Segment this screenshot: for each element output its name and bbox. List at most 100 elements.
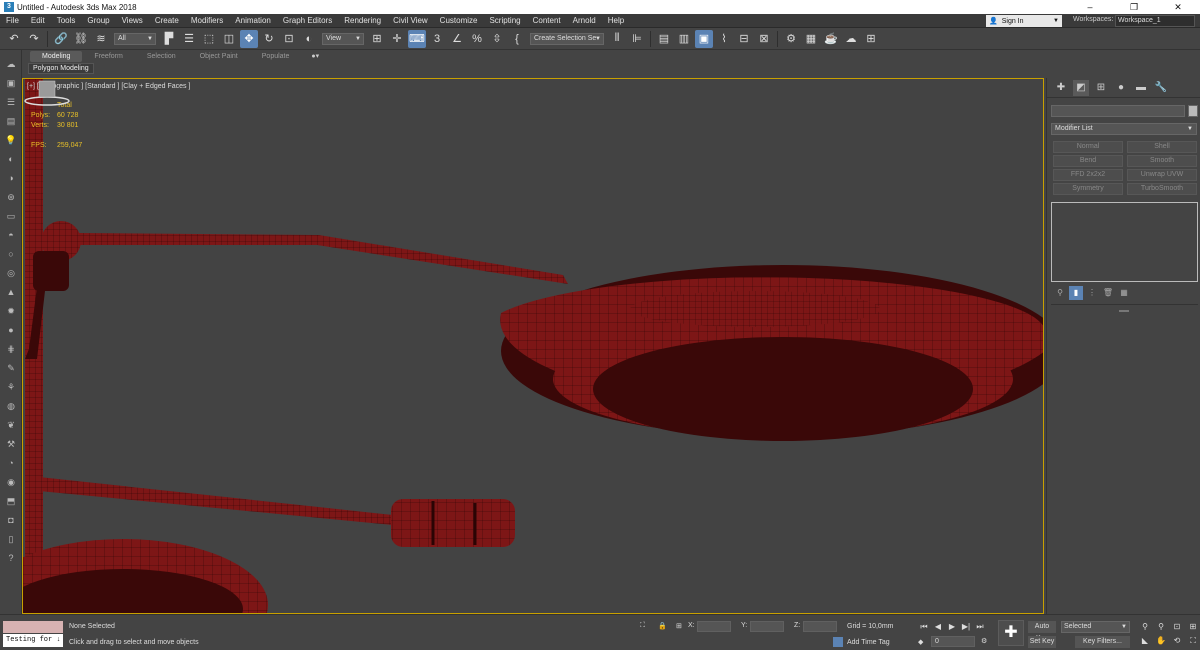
disc-icon[interactable]: ● [3,322,19,338]
menu-content[interactable]: Content [527,16,567,25]
scene-explorer-toggle-icon[interactable]: ☁ [3,56,19,72]
tab-object-paint[interactable]: Object Paint [188,51,250,62]
orbit-icon[interactable]: ⟲ [1170,635,1184,647]
select-object-icon[interactable]: ▛ [160,30,178,48]
select-by-name-icon[interactable]: ☰ [180,30,198,48]
sphere-icon[interactable]: ◓ [3,227,19,243]
modifier-list-dropdown[interactable]: Modifier List ▼ [1051,123,1197,135]
bind-space-warp-icon[interactable]: ≋ [92,30,110,48]
polygon-modeling-button[interactable]: Polygon Modeling [28,63,94,74]
hierarchy-tab-icon[interactable]: ⊞ [1093,80,1109,96]
time-config-icon[interactable]: ◆ [918,638,923,646]
window-crossing-icon[interactable]: ◫ [220,30,238,48]
viewcube-icon[interactable] [23,79,73,109]
render-in-cloud-icon[interactable]: ⊞ [862,30,880,48]
render-iterative-icon[interactable]: ☁ [842,30,860,48]
next-frame-icon[interactable]: ▶| [959,621,973,633]
utilities-tab-icon[interactable]: 🔧 [1153,80,1169,96]
named-selection-dropdown[interactable]: Create Selection Se ▼ [530,32,604,45]
menu-graph-editors[interactable]: Graph Editors [277,16,338,25]
box-icon[interactable]: ▭ [3,208,19,224]
menu-civil-view[interactable]: Civil View [387,16,434,25]
maximize-viewport-icon[interactable]: ⛶ [1186,635,1200,647]
angle-snap-icon[interactable]: ∠ [448,30,466,48]
zoom-icon[interactable]: ⚲ [1138,621,1152,633]
modifier-stack[interactable] [1051,202,1198,282]
workspace-dropdown[interactable]: Workspace_1 [1115,15,1195,27]
material-editor-icon[interactable]: ⊠ [755,30,773,48]
zoom-extents-all-icon[interactable]: ⊞ [1186,621,1200,633]
reference-coordinate-dropdown[interactable]: View ▼ [322,32,364,45]
shapes-icon[interactable]: ⬒ [3,493,19,509]
tab-selection[interactable]: Selection [135,51,188,62]
circle-icon[interactable]: ○ [3,246,19,262]
maxscript-listener-output[interactable] [3,621,63,633]
configure-modifier-sets-icon[interactable]: ▦ [1117,286,1131,300]
tab-populate[interactable]: Populate [250,51,302,62]
select-and-place-icon[interactable]: ◐ [300,30,318,48]
maximize-button[interactable]: ❐ [1112,0,1156,14]
cone-icon[interactable]: ▲ [3,284,19,300]
align-icon[interactable]: ⊫ [628,30,646,48]
select-and-rotate-icon[interactable]: ↻ [260,30,278,48]
list-icon[interactable]: ☰ [3,94,19,110]
maxscript-listener-input[interactable]: Testing for ↓ [3,634,63,647]
leaf-icon[interactable]: ❦ [3,417,19,433]
manipulate-icon[interactable]: ✛ [388,30,406,48]
menu-group[interactable]: Group [81,16,115,25]
globe-icon[interactable]: ◍ [3,398,19,414]
menu-rendering[interactable]: Rendering [338,16,387,25]
selection-filter-dropdown[interactable]: All ▼ [114,32,156,45]
modifier-turbosmooth-button[interactable]: TurboSmooth [1127,183,1197,195]
show-end-result-icon[interactable]: ▮ [1069,286,1083,300]
hammer-icon[interactable]: ⚒ [3,436,19,452]
modify-tab-icon[interactable]: ◩ [1073,79,1089,96]
set-key-button[interactable]: Set Key [1028,636,1056,648]
menu-file[interactable]: File [0,16,25,25]
y-coordinate-field[interactable] [750,621,784,632]
rectangular-selection-icon[interactable]: ⬚ [200,30,218,48]
spinner-snap-icon[interactable]: ⇳ [488,30,506,48]
layers-icon[interactable]: ▤ [3,113,19,129]
pin-stack-icon[interactable]: ⚲ [1053,286,1067,300]
undo-icon[interactable]: ↶ [5,30,23,48]
unlink-icon[interactable]: ⛓ [72,30,90,48]
camera-icon[interactable]: ◐ [3,151,19,167]
select-and-scale-icon[interactable]: ⊡ [280,30,298,48]
make-unique-icon[interactable]: ⋮ [1085,286,1099,300]
menu-animation[interactable]: Animation [229,16,277,25]
auto-key-button[interactable]: Auto Key [1028,621,1056,642]
minimize-button[interactable]: – [1068,0,1112,14]
menu-customize[interactable]: Customize [434,16,484,25]
modifier-shell-button[interactable]: Shell [1127,141,1197,153]
rendered-frame-window-icon[interactable]: ▦ [802,30,820,48]
link-icon[interactable]: 🔗 [52,30,70,48]
zoom-extents-icon[interactable]: ⊡ [1170,621,1184,633]
sun-icon[interactable]: ✹ [3,303,19,319]
menu-create[interactable]: Create [149,16,185,25]
paint-icon[interactable]: ✎ [3,360,19,376]
sign-in-button[interactable]: 👤 Sign In ▼ [986,15,1062,27]
x-coordinate-field[interactable] [697,621,731,632]
viewport-orthographic[interactable]: [+] [Orthographic ] [Standard ] [Clay + … [22,78,1044,614]
play-icon[interactable]: ▶ [945,621,959,633]
absolute-mode-icon[interactable]: ⊞ [676,622,682,630]
render-production-icon[interactable]: ☕ [822,30,840,48]
curve-editor-icon[interactable]: ⌇ [715,30,733,48]
keyboard-shortcut-override-icon[interactable]: ⌨ [408,29,426,48]
menu-scripting[interactable]: Scripting [483,16,526,25]
modifier-bend-button[interactable]: Bend [1053,155,1123,167]
go-to-end-icon[interactable]: ⏭ [973,621,987,633]
layer-explorer-icon[interactable]: ▥ [675,30,693,48]
close-button[interactable]: ✕ [1156,0,1200,14]
menu-tools[interactable]: Tools [51,16,82,25]
key-filters-button[interactable]: Key Filters... [1075,636,1130,648]
lock-selection-icon[interactable]: 🔒 [658,622,667,630]
ribbon-options-icon[interactable]: ●▾ [311,52,319,60]
material-ball-icon[interactable]: ◉ [3,474,19,490]
key-selection-dropdown[interactable]: Selected ▼ [1061,621,1130,633]
previous-frame-icon[interactable]: ◀ [931,621,945,633]
field-of-view-icon[interactable]: ◣ [1138,635,1152,647]
pan-icon[interactable]: ✋ [1154,635,1168,647]
bones-icon[interactable]: ⚘ [3,379,19,395]
